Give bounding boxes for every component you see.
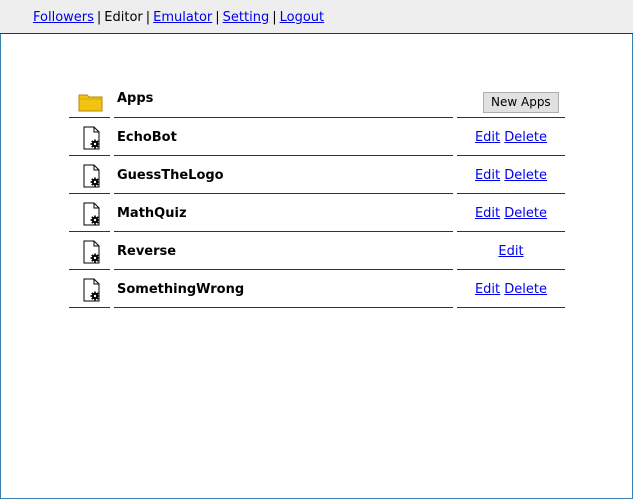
nav-setting-link[interactable]: Setting [223, 10, 270, 25]
edit-link[interactable]: Edit [475, 130, 500, 145]
delete-link[interactable]: Delete [504, 282, 547, 297]
app-name: SomethingWrong [117, 282, 245, 297]
nav-links: Followers | Editor | Emulator | Setting | Logout [33, 10, 324, 25]
divider [114, 307, 453, 308]
divider [457, 307, 565, 308]
top-nav: Followers | Editor | Emulator | Setting | Logout [0, 0, 633, 34]
delete-link[interactable]: Delete [504, 206, 547, 221]
app-actions: Edit [457, 244, 565, 259]
nav-followers-link[interactable]: Followers [33, 10, 94, 25]
app-actions: Edit Delete [457, 130, 565, 145]
divider [69, 307, 110, 308]
app-row: GuessTheLogo Edit Delete [69, 156, 565, 194]
edit-link[interactable]: Edit [498, 244, 523, 259]
app-actions: Edit Delete [457, 168, 565, 183]
delete-link[interactable]: Delete [504, 130, 547, 145]
nav-editor-current: Editor [104, 10, 143, 25]
nav-separator: | [272, 10, 277, 25]
edit-link[interactable]: Edit [475, 168, 500, 183]
apps-list: Apps New Apps EchoBot Edit Delete GuessT… [69, 81, 565, 308]
app-row: SomethingWrong Edit Delete [69, 270, 565, 308]
document-gear-icon [83, 164, 100, 188]
document-gear-icon [83, 240, 100, 264]
app-row: Reverse Edit [69, 232, 565, 270]
app-name: Reverse [117, 244, 177, 259]
app-actions: Edit Delete [457, 206, 565, 221]
app-name: EchoBot [117, 130, 177, 145]
edit-link[interactable]: Edit [475, 282, 500, 297]
nav-emulator-link[interactable]: Emulator [153, 10, 212, 25]
edit-link[interactable]: Edit [475, 206, 500, 221]
apps-header-title: Apps [117, 91, 154, 106]
folder-icon [78, 94, 103, 112]
app-row: MathQuiz Edit Delete [69, 194, 565, 232]
document-gear-icon [83, 126, 100, 150]
nav-separator: | [96, 10, 102, 25]
app-row: EchoBot Edit Delete [69, 118, 565, 156]
app-name: MathQuiz [117, 206, 187, 221]
apps-header-row: Apps New Apps [69, 81, 565, 118]
app-actions: Edit Delete [457, 282, 565, 297]
document-gear-icon [83, 278, 100, 302]
document-gear-icon [83, 202, 100, 226]
delete-link[interactable]: Delete [504, 168, 547, 183]
nav-separator: | [215, 10, 220, 25]
nav-logout-link[interactable]: Logout [280, 10, 325, 25]
nav-separator: | [145, 10, 151, 25]
new-apps-button[interactable]: New Apps [483, 92, 559, 113]
app-name: GuessTheLogo [117, 168, 224, 183]
